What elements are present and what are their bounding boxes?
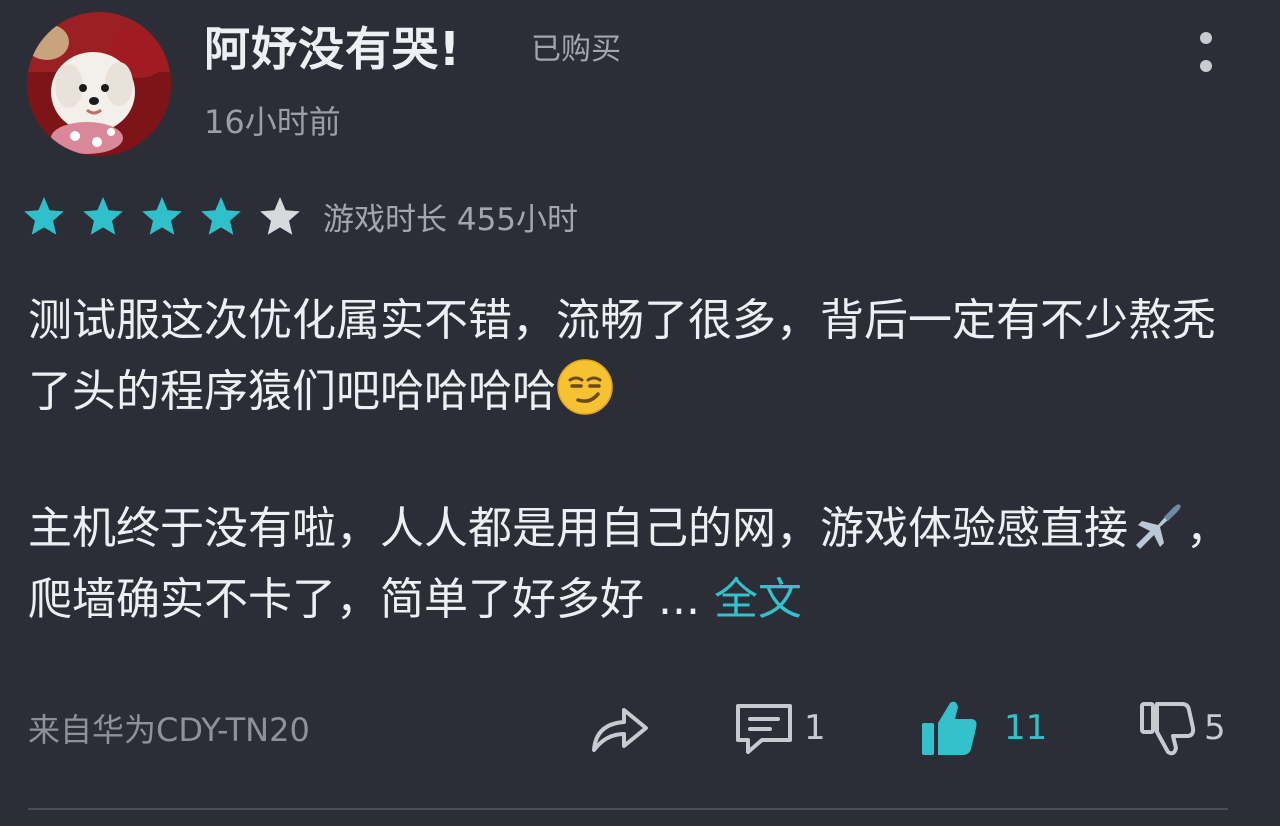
like-button[interactable]: 11 bbox=[918, 694, 1047, 762]
review-paragraph-2: 主机终于没有啦，人人都是用自己的网，游戏体验感直接 ，爬墙确实不卡了，简单了好多… bbox=[28, 493, 1258, 635]
star-empty-icon bbox=[260, 197, 300, 235]
like-count: 11 bbox=[1004, 708, 1048, 748]
smirk-emoji-icon bbox=[556, 358, 614, 416]
divider bbox=[28, 808, 1228, 810]
rating-row: 游戏时长 455小时 bbox=[22, 190, 578, 242]
comment-count: 1 bbox=[804, 708, 826, 748]
thumbs-up-icon bbox=[922, 701, 977, 755]
playtime: 游戏时长 455小时 bbox=[323, 201, 579, 238]
star-filled-icon bbox=[24, 197, 64, 235]
device-info: 来自华为CDY-TN20 bbox=[28, 711, 310, 749]
star-filled-icon bbox=[83, 197, 123, 235]
expand-full-text-link[interactable]: 全文 bbox=[714, 574, 802, 625]
dislike-count: 5 bbox=[1204, 708, 1226, 748]
airplane-emoji-icon bbox=[1128, 495, 1186, 553]
dislike-button[interactable]: 5 bbox=[1138, 694, 1226, 762]
star-filled-icon bbox=[142, 197, 182, 235]
purchased-badge: 已购买 bbox=[531, 32, 621, 67]
review-text-2a: 主机终于没有啦，人人都是用自己的网，游戏体验感直接 bbox=[28, 503, 1128, 554]
avatar-image bbox=[27, 12, 171, 156]
username[interactable]: 阿妤没有哭! bbox=[204, 16, 461, 82]
star-filled-icon bbox=[201, 197, 241, 235]
more-options-icon[interactable] bbox=[1188, 24, 1224, 80]
comment-icon bbox=[736, 704, 792, 754]
review-paragraph-1: 测试服这次优化属实不错，流畅了很多，背后一定有不少熬秃了头的程序猿们吧哈哈哈哈 bbox=[28, 285, 1258, 427]
timestamp: 16小时前 bbox=[204, 103, 341, 141]
thumbs-down-icon bbox=[1140, 702, 1196, 756]
share-button[interactable] bbox=[588, 694, 652, 762]
review-text-1: 测试服这次优化属实不错，流畅了很多，背后一定有不少熬秃了头的程序猿们吧哈哈哈哈 bbox=[28, 295, 1216, 417]
star-rating bbox=[22, 194, 317, 238]
avatar[interactable] bbox=[27, 12, 171, 156]
share-icon bbox=[592, 708, 648, 752]
comment-button[interactable]: 1 bbox=[732, 694, 826, 762]
